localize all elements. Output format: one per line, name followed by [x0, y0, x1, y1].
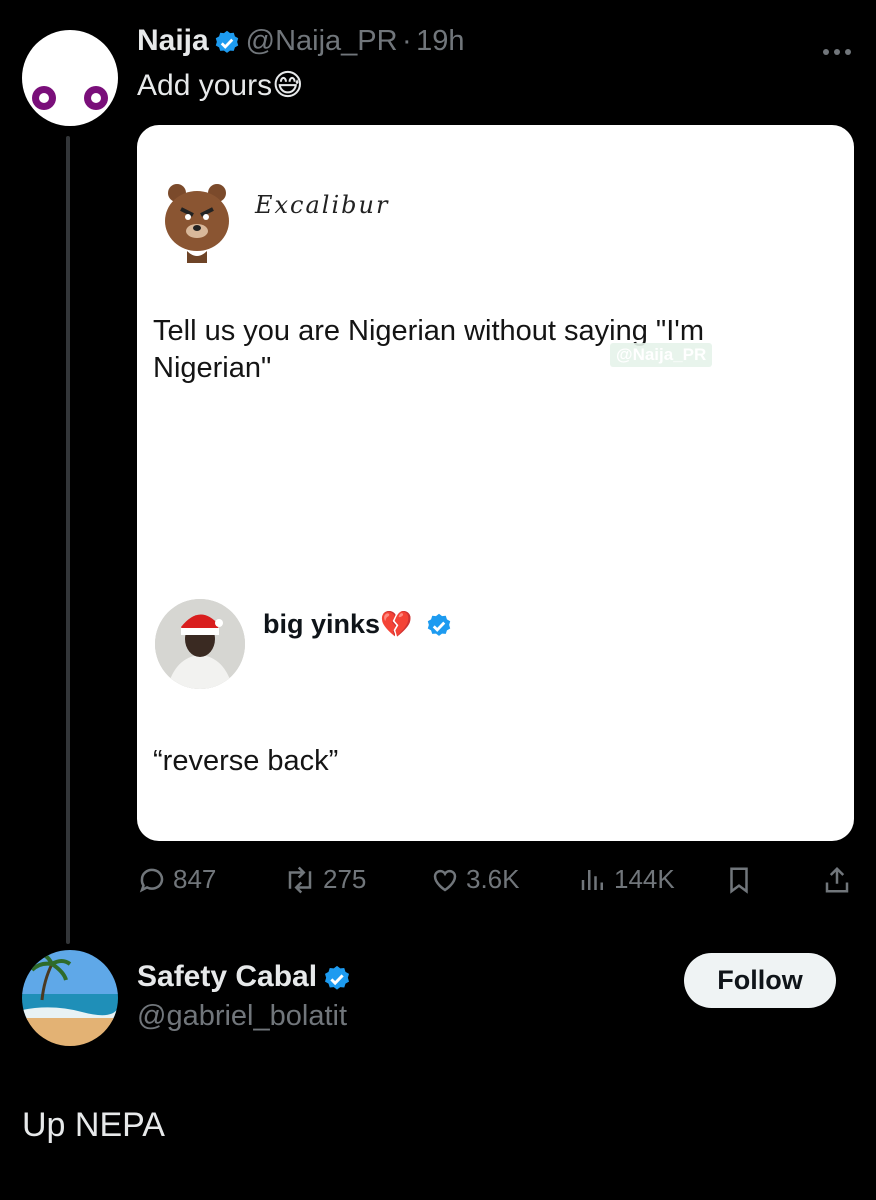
views-icon — [581, 869, 603, 890]
beach-avatar-image — [22, 950, 118, 1046]
reply-author-handle[interactable]: @gabriel_bolatit — [137, 1000, 347, 1033]
verified-badge-icon — [425, 612, 453, 645]
share-icon — [825, 866, 849, 893]
repost-icon — [288, 866, 312, 893]
author-avatar[interactable] — [22, 30, 118, 126]
thread-connector-line — [66, 136, 70, 944]
like-count: 3.6K — [466, 864, 520, 894]
reply-button[interactable]: 847 — [137, 864, 216, 895]
author-name[interactable]: Naija — [137, 24, 209, 57]
reply-icon — [139, 868, 164, 893]
tweet-body: Add yours — [137, 69, 273, 102]
author-handle[interactable]: @Naija_PR — [246, 25, 398, 57]
repost-count: 275 — [323, 864, 367, 894]
share-button[interactable] — [822, 864, 852, 896]
avatar-eyes-icon — [32, 86, 108, 110]
views-count: 144K — [614, 864, 675, 894]
reply-author-row: big yinks💔 — [263, 609, 453, 645]
separator-dot: · — [402, 25, 412, 57]
reply-quote-text: “reverse back” — [153, 745, 339, 777]
bookmark-button[interactable] — [724, 864, 754, 896]
inner-author-name: Excalibur — [255, 191, 390, 219]
tweet-text: Add yours😅 — [137, 68, 303, 103]
watermark: @Naija_PR — [610, 343, 713, 367]
tweet-time[interactable]: 19h — [416, 25, 464, 57]
big-yinks-avatar — [155, 599, 245, 689]
tweet-header: Naija @Naija_PR · 19h — [137, 24, 465, 62]
reply-tweet-text: Up NEPA — [22, 1106, 165, 1144]
repost-button[interactable]: 275 — [283, 864, 366, 895]
reply-header: Safety Cabal — [137, 960, 352, 999]
like-button[interactable]: 3.6K — [430, 864, 520, 895]
tweet-media-image[interactable]: Excalibur Tell us you are Nigerian witho… — [137, 125, 854, 841]
more-options-icon[interactable] — [822, 32, 852, 63]
follow-button[interactable]: Follow — [684, 953, 836, 1008]
reply-author-name[interactable]: Safety Cabal — [137, 960, 317, 993]
broken-heart-emoji: 💔 — [380, 609, 413, 639]
verified-badge-icon — [322, 964, 352, 999]
reply-count: 847 — [173, 864, 217, 894]
bookmark-icon — [730, 867, 748, 894]
heart-icon — [433, 869, 457, 891]
reply-author-name: big yinks — [263, 609, 381, 639]
bear-avatar-icon — [161, 179, 233, 263]
verified-badge-icon — [213, 29, 241, 62]
sweat-smile-emoji: 😅 — [272, 69, 304, 102]
reply-author-avatar[interactable] — [22, 950, 118, 1046]
views-button[interactable]: 144K — [578, 864, 675, 895]
